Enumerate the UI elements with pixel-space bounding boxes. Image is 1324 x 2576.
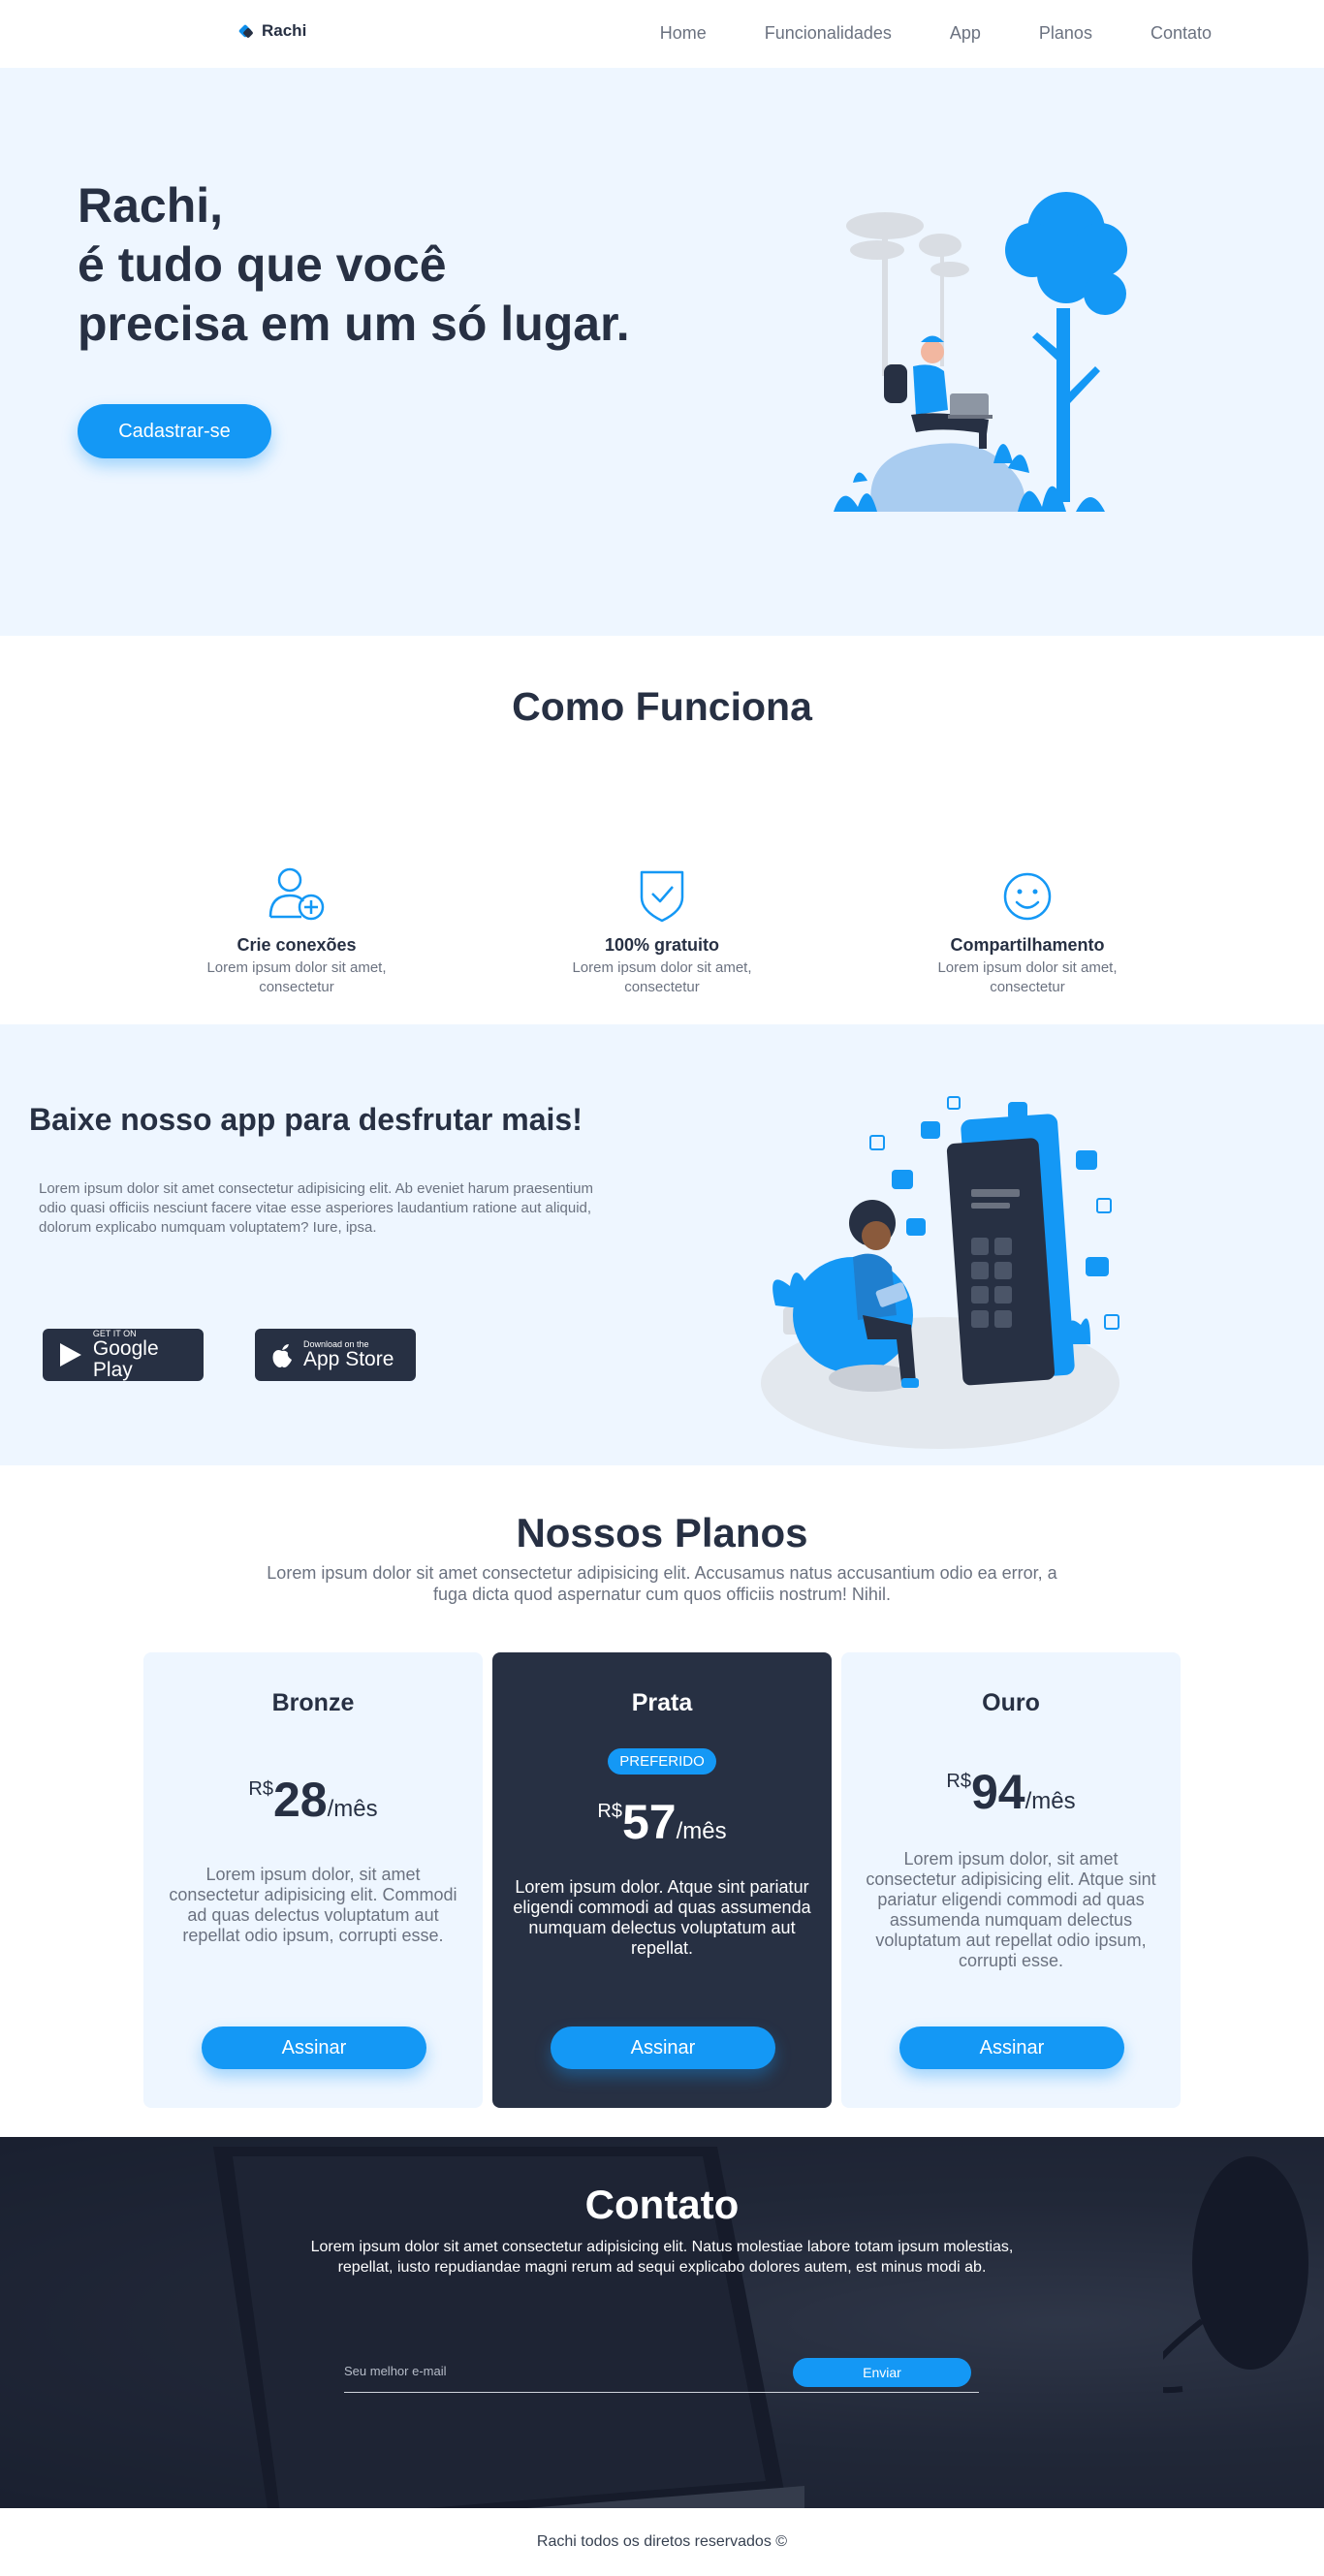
plans-title: Nossos Planos (516, 1510, 808, 1555)
app-text: Lorem ipsum dolor sit amet consectetur a… (39, 1180, 593, 1236)
price-value: 94 (970, 1765, 1025, 1819)
plan-name: Bronze (271, 1689, 355, 1716)
plan-name: Prata (631, 1689, 693, 1716)
feature-sharing: Compartilhamento Lorem ipsum dolor sit a… (911, 861, 1144, 997)
subscribe-prata-button[interactable]: Assinar (551, 2026, 775, 2069)
google-play-label: Google Play (92, 1337, 159, 1381)
hero-title-line-1: Rachi, (78, 178, 224, 233)
price-value: 57 (621, 1795, 677, 1849)
hero-title-line-2: é tudo que você (78, 237, 447, 292)
feature-free: 100% gratuito Lorem ipsum dolor sit amet… (546, 861, 778, 997)
add-user-icon (268, 867, 325, 921)
plan-price: R$94/mês (841, 1764, 1181, 1820)
shield-check-icon (640, 870, 684, 923)
price-period: /mês (676, 1818, 727, 1844)
feature-title: 100% gratuito (604, 935, 720, 955)
footer: Rachi todos os diretos reservados © (0, 2508, 1324, 2576)
app-store-button[interactable]: Download on the App Store (255, 1329, 416, 1381)
nav-funcionalidades[interactable]: Funcionalidades (765, 23, 892, 44)
price-period: /mês (1025, 1788, 1076, 1814)
newsletter-form: Enviar (344, 2354, 979, 2393)
play-icon (59, 1343, 81, 1367)
hero-title-line-3: precisa em um só lugar. (78, 297, 630, 351)
nav-app[interactable]: App (950, 23, 981, 44)
plan-price: R$57/mês (492, 1794, 832, 1850)
contact-text: Lorem ipsum dolor sit amet consectetur a… (310, 2239, 1014, 2276)
smile-icon (1003, 872, 1052, 921)
how-it-works-title: Como Funciona (512, 684, 812, 729)
google-play-button[interactable]: GET IT ON Google Play (43, 1329, 204, 1381)
logo-text: Rachi (262, 21, 307, 40)
app-illustration (761, 1096, 1119, 1449)
nav-contato[interactable]: Contato (1151, 23, 1212, 44)
hero-section: Rachi, é tudo que você precisa em um só … (0, 68, 1324, 636)
feature-title: Compartilhamento (950, 935, 1105, 955)
price-currency: R$ (248, 1778, 273, 1800)
subscribe-ouro-button[interactable]: Assinar (899, 2026, 1124, 2069)
plan-description: Lorem ipsum dolor. Atque sint pariatur e… (513, 1877, 811, 1958)
site-header: Rachi Home Funcionalidades App Planos Co… (0, 0, 1324, 68)
nav-planos[interactable]: Planos (1039, 23, 1092, 44)
feature-connections: Crie conexões Lorem ipsum dolor sit amet… (180, 861, 413, 997)
app-section: Baixe nosso app para desfrutar mais! Lor… (0, 1024, 1324, 1465)
nav-home[interactable]: Home (660, 23, 707, 44)
hero-title: Rachi, é tudo que você precisa em um só … (78, 176, 630, 354)
plan-description: Lorem ipsum dolor, sit amet consectetur … (866, 1849, 1156, 1970)
price-currency: R$ (597, 1801, 622, 1822)
plan-card-ouro: Ouro R$94/mês Lorem ipsum dolor, sit ame… (841, 1652, 1181, 2108)
price-currency: R$ (946, 1771, 971, 1792)
hero-illustration (834, 192, 1127, 512)
main-nav: Home Funcionalidades App Planos Contato (602, 23, 1212, 44)
plan-description: Lorem ipsum dolor, sit amet consectetur … (169, 1865, 457, 1945)
logo-icon (237, 23, 254, 39)
app-title: Baixe nosso app para desfrutar mais! (29, 1102, 583, 1137)
email-input[interactable] (344, 2364, 771, 2378)
plan-card-prata: Prata PREFERIDO R$57/mês Lorem ipsum dol… (492, 1652, 832, 2108)
feature-text: Lorem ipsum dolor sit amet, consectetur (937, 959, 1118, 995)
logo[interactable]: Rachi (237, 21, 307, 41)
plan-card-bronze: Bronze R$28/mês Lorem ipsum dolor, sit a… (143, 1652, 483, 2108)
plan-price: R$28/mês (143, 1772, 483, 1828)
footer-copyright: Rachi todos os diretos reservados © (536, 2533, 788, 2550)
plans-subtitle: Lorem ipsum dolor sit amet consectetur a… (267, 1563, 1057, 1604)
preferred-badge: PREFERIDO (608, 1748, 716, 1775)
apple-icon (272, 1344, 292, 1367)
send-button[interactable]: Enviar (793, 2358, 971, 2387)
price-period: /mês (327, 1796, 378, 1822)
price-value: 28 (272, 1773, 328, 1827)
page: Rachi Home Funcionalidades App Planos Co… (0, 0, 1324, 2576)
feature-text: Lorem ipsum dolor sit amet, consectetur (206, 959, 387, 995)
app-store-label: App Store (303, 1348, 394, 1370)
contact-title: Contato (584, 2182, 740, 2227)
signup-button[interactable]: Cadastrar-se (78, 404, 271, 458)
subscribe-bronze-button[interactable]: Assinar (202, 2026, 426, 2069)
feature-title: Crie conexões (236, 935, 357, 955)
feature-text: Lorem ipsum dolor sit amet, consectetur (572, 959, 752, 995)
plan-name: Ouro (982, 1689, 1040, 1716)
contact-section: Contato Lorem ipsum dolor sit amet conse… (0, 2137, 1324, 2508)
